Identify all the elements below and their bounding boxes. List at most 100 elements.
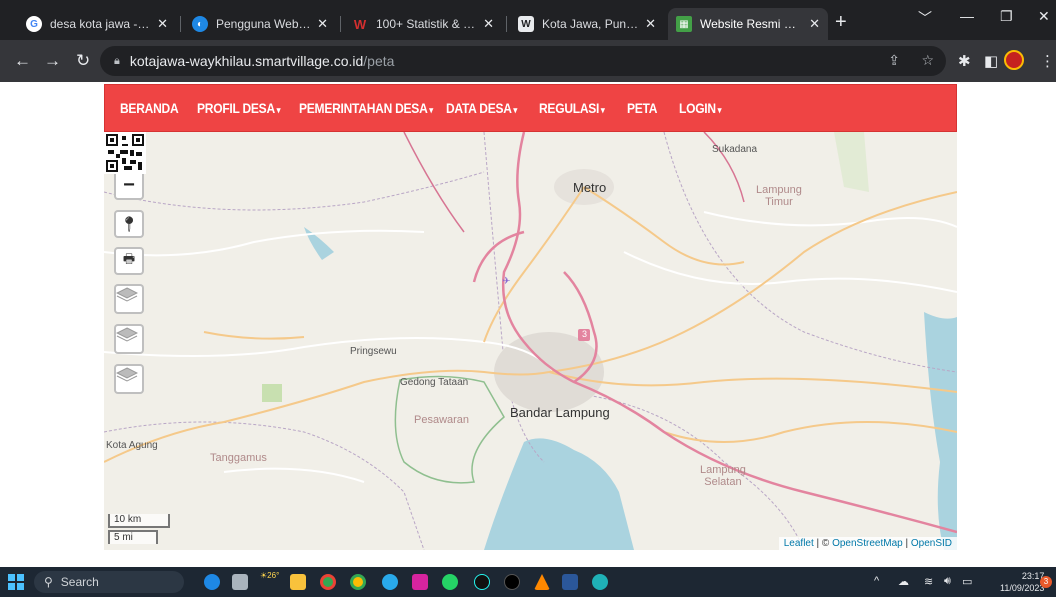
lock-icon[interactable]: 🔒︎ (114, 55, 120, 68)
browser-toolbar: ← → ↻ 🔒︎ kotajawa-waykhilau.smartvillage… (0, 40, 1056, 82)
tab-4[interactable]: W Kota Jawa, Punduh Pi ✕ (510, 8, 664, 40)
scale-bar-mi: 5 mi (108, 530, 158, 544)
volume-icon[interactable]: 🔊︎ (944, 575, 951, 588)
nav-pemerintahan-desa[interactable]: PEMERINTAHAN DESA ▾ (299, 100, 433, 116)
site-navbar: BERANDA PROFIL DESA ▾ PEMERINTAHAN DESA ▾ … (104, 84, 957, 132)
chrome-profile-icon[interactable] (350, 574, 366, 590)
chrome-icon[interactable] (320, 574, 336, 590)
tab-title: Website Resmi KOTA (700, 17, 803, 31)
minimize-button[interactable]: — (960, 8, 974, 24)
locate-button[interactable]: 📍︎ (114, 210, 144, 238)
close-tab-icon[interactable]: ✕ (645, 16, 656, 32)
map-pin-icon: 📍︎ (119, 216, 139, 233)
battery-icon[interactable]: ▭ (962, 575, 972, 588)
w-icon: W (353, 16, 367, 32)
label-pesawaran: Pesawaran (414, 414, 470, 426)
onedrive-icon[interactable]: ☁︎ (898, 575, 909, 588)
leaflet-map[interactable]: ✈ Sukadana Metro Lampung Timur Pringsewu… (104, 132, 957, 550)
instagram-icon[interactable] (412, 574, 428, 590)
chevron-up-icon[interactable]: ^ (874, 575, 879, 587)
tab-2[interactable]: ◐ Pengguna Website di ✕ (184, 8, 336, 40)
caret-down-icon: ▾ (513, 105, 518, 115)
tab-search-icon[interactable]: ﹀ (918, 8, 932, 28)
bookmark-star-icon[interactable]: ☆ (921, 52, 934, 69)
print-icon: 🖶 (122, 251, 136, 266)
wifi-icon[interactable]: ≋ (924, 575, 933, 588)
print-button[interactable]: 🖶 (114, 247, 144, 275)
layers-button-1[interactable] (114, 284, 144, 314)
x-twitter-icon[interactable] (504, 574, 520, 590)
telegram-icon[interactable] (382, 574, 398, 590)
profile-avatar[interactable] (1004, 50, 1024, 70)
address-bar[interactable]: 🔒︎ kotajawa-waykhilau.smartvillage.co.id… (100, 46, 946, 76)
reload-icon[interactable]: ↻ (76, 51, 90, 71)
share-icon[interactable]: ⇪ (888, 52, 900, 69)
layers-button-2[interactable] (114, 324, 144, 354)
caret-down-icon: ▾ (600, 105, 605, 115)
nav-peta[interactable]: PETA (627, 100, 657, 116)
forward-arrow-icon[interactable]: → (44, 51, 61, 71)
file-explorer-icon[interactable] (290, 574, 306, 590)
windows-taskbar: ⚲ Search ☀︎26° ^ ☁︎ ≋ 🔊︎ ▭ 23:17 11/09/2… (0, 567, 1056, 597)
taskbar-search[interactable]: ⚲ Search (34, 571, 184, 593)
label-bandar-lampung: Bandar Lampung (510, 405, 610, 420)
opensid-link[interactable]: OpenSID (911, 538, 952, 549)
map-tiles: ✈ (104, 132, 957, 550)
road-shield-label: 3 (582, 329, 588, 339)
tab-5-active[interactable]: ▦ Website Resmi KOTA ✕ (668, 8, 828, 40)
layers-icon (116, 327, 138, 342)
zoom-out-button[interactable]: − (116, 172, 142, 198)
caret-down-icon: ▾ (429, 105, 433, 115)
qr-code-icon[interactable] (104, 132, 146, 174)
new-tab-button[interactable]: + (835, 12, 847, 32)
wiki-icon: W (518, 16, 534, 32)
scale-bar-km: 10 km (108, 514, 170, 528)
label-gedong-tataan: Gedong Tataan (400, 377, 469, 388)
layers-button-3[interactable] (114, 364, 144, 394)
nav-data-desa[interactable]: DATA DESA ▾ (446, 100, 517, 116)
vlc-icon[interactable] (534, 574, 550, 590)
caret-down-icon: ▾ (717, 105, 722, 115)
windows-start-icon[interactable] (8, 574, 24, 590)
tab-title: 100+ Statistik & Fakta (376, 17, 478, 31)
close-tab-icon[interactable]: ✕ (157, 16, 168, 32)
layers-icon (116, 367, 138, 382)
web-page: BERANDA PROFIL DESA ▾ PEMERINTAHAN DESA ▾ … (0, 82, 1056, 560)
tab-title: Kota Jawa, Punduh Pi (542, 17, 640, 31)
bing-icon[interactable] (204, 574, 220, 590)
nav-regulasi[interactable]: REGULASI ▾ (539, 100, 605, 116)
caret-down-icon: ▾ (276, 105, 281, 115)
layers-icon (116, 287, 138, 302)
site-icon: ▦ (676, 16, 692, 32)
restore-button[interactable]: ❐ (1000, 8, 1013, 25)
close-tab-icon[interactable]: ✕ (317, 16, 328, 32)
notification-badge[interactable]: 3 (1040, 576, 1052, 588)
tiktok-icon[interactable] (474, 574, 490, 590)
system-clock[interactable]: 23:17 11/09/2023 (1000, 570, 1044, 594)
osm-link[interactable]: OpenStreetMap (832, 538, 903, 549)
url-path: /peta (363, 53, 395, 69)
back-arrow-icon[interactable]: ← (14, 51, 31, 71)
tab-title: desa kota jawa - Pene (50, 17, 151, 31)
label-pringsewu: Pringsewu (350, 346, 397, 357)
nav-login[interactable]: LOGIN ▾ (679, 100, 721, 116)
close-tab-icon[interactable]: ✕ (483, 16, 494, 32)
close-window-button[interactable]: ✕ (1038, 8, 1050, 25)
side-panel-icon[interactable]: ◧ (984, 52, 998, 70)
nav-beranda[interactable]: BERANDA (120, 100, 179, 116)
url-host: kotajawa-waykhilau.smartvillage.co.id (129, 53, 364, 69)
word-icon[interactable] (562, 574, 578, 590)
nav-profil-desa[interactable]: PROFIL DESA ▾ (197, 100, 281, 116)
edge-icon[interactable] (592, 574, 608, 590)
task-view-icon[interactable] (232, 574, 248, 590)
label-metro: Metro (573, 180, 607, 195)
close-tab-icon[interactable]: ✕ (809, 16, 820, 32)
tab-3[interactable]: W 100+ Statistik & Fakta ✕ (344, 8, 502, 40)
weather-widget[interactable]: ☀︎26° (260, 571, 279, 580)
tab-title: Pengguna Website di (216, 17, 311, 31)
menu-kebab-icon[interactable]: ⋮ (1040, 52, 1055, 70)
extensions-puzzle-icon[interactable]: ✱ (958, 52, 971, 70)
leaflet-link[interactable]: Leaflet (784, 538, 814, 549)
whatsapp-icon[interactable] (442, 574, 458, 590)
tab-1[interactable]: G desa kota jawa - Pene ✕ (18, 8, 176, 40)
